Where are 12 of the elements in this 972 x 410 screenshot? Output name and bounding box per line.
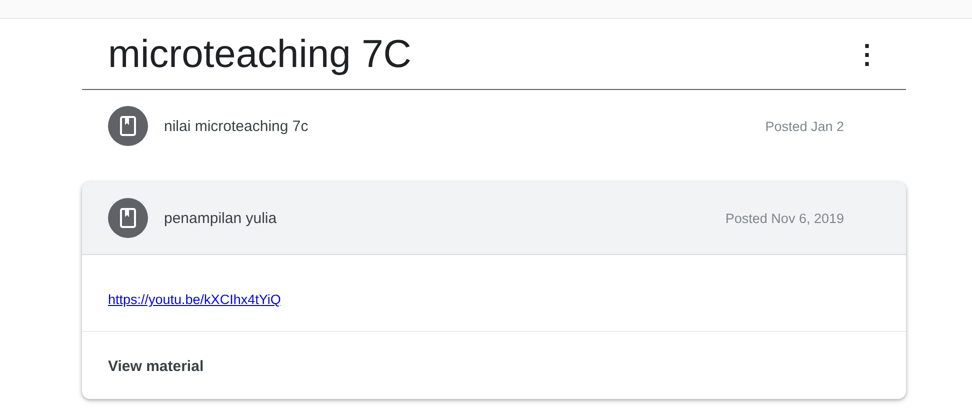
book-icon — [108, 198, 148, 238]
posted-date: Posted Jan 2 — [765, 118, 844, 134]
material-card[interactable]: penampilan yulia Posted Nov 6, 2019 https://youtu.be/kXCIhx4tYiQ View material — [82, 182, 906, 399]
material-card[interactable]: nilai microteaching 7c Posted Jan 2 — [82, 90, 906, 162]
posted-date: Posted Nov 6, 2019 — [725, 210, 844, 226]
book-icon — [108, 106, 148, 146]
menu-button[interactable]: ⋮ — [848, 41, 886, 67]
link[interactable]: https://youtu.be/kXCIhx4tYiQ — [108, 292, 281, 307]
material-title: nilai microteaching 7c — [164, 118, 310, 134]
topic-title: microteaching 7C — [108, 34, 412, 74]
material-title: penampilan yulia — [164, 210, 278, 226]
view-material-link[interactable]: View material — [82, 332, 906, 399]
